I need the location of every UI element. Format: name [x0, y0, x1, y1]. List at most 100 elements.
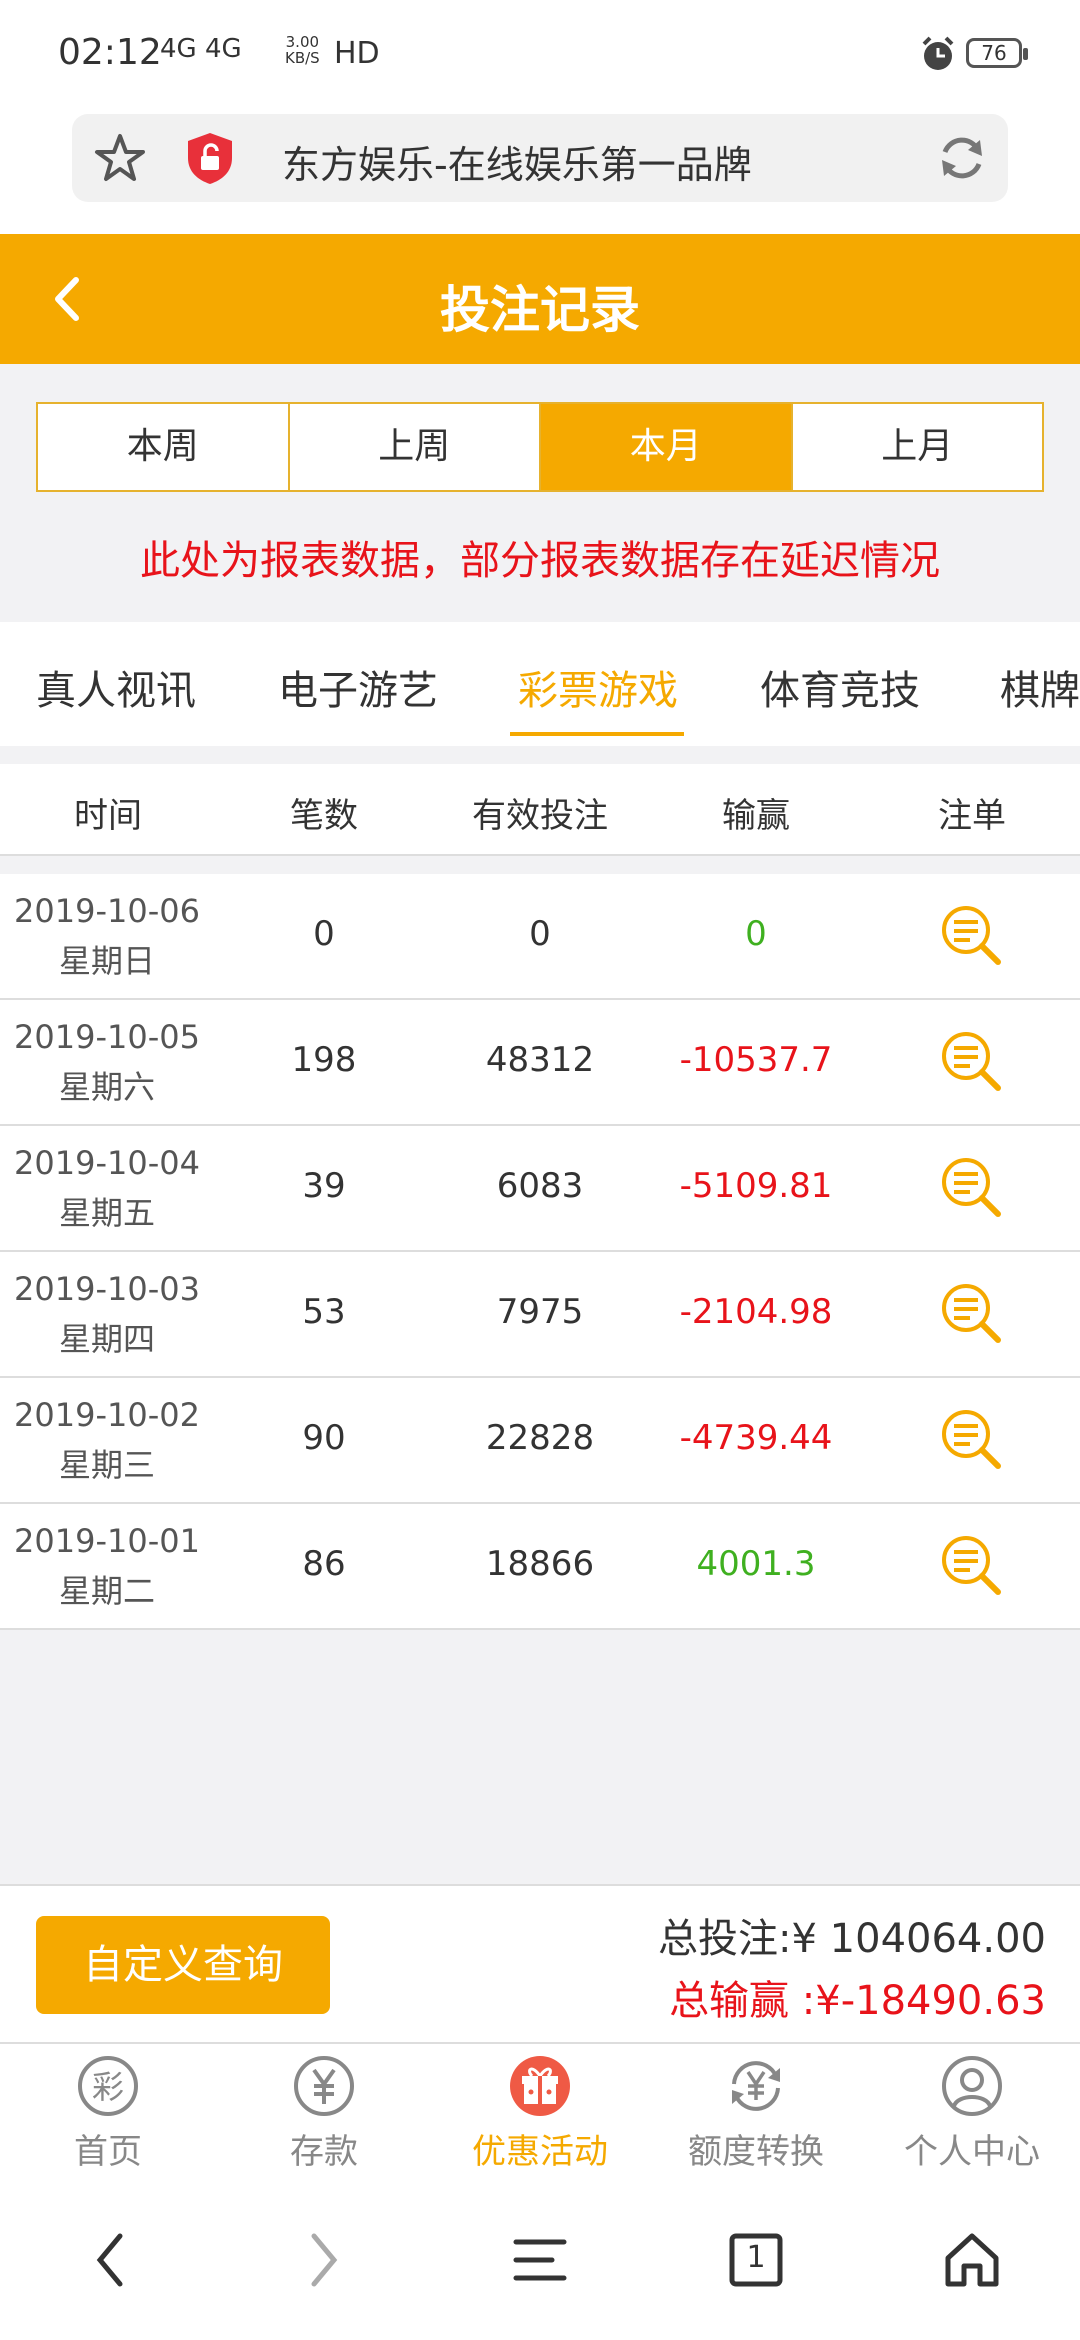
row-date: 2019-10-03 — [14, 1270, 200, 1308]
row-bet: 0 — [529, 914, 551, 954]
tab-electronic-games[interactable]: 电子游艺 — [278, 658, 438, 716]
row-count: 0 — [313, 914, 335, 954]
view-details-icon[interactable] — [940, 1156, 1002, 1222]
period-last-month[interactable]: 上月 — [793, 404, 1043, 490]
row-date: 2019-10-04 — [14, 1144, 200, 1182]
reload-icon[interactable] — [936, 132, 988, 188]
table-row: 2019-10-04 星期五 39 6083 -5109.81 — [0, 1126, 1080, 1252]
alarm-icon — [918, 34, 958, 78]
row-win: -5109.81 — [679, 1166, 833, 1206]
security-shield-icon[interactable] — [182, 130, 238, 190]
col-bet-slip: 注单 — [938, 796, 1006, 836]
row-count: 86 — [302, 1544, 346, 1584]
status-bar: 02:12 4G 4G 3.00 KB/S HD 76 — [0, 0, 1080, 110]
custom-query-button[interactable]: 自定义查询 — [36, 1916, 330, 2014]
row-count: 53 — [302, 1292, 346, 1332]
page-url-title[interactable]: 东方娱乐-在线娱乐第一品牌 — [282, 134, 752, 189]
col-valid-bet: 有效投注 — [472, 796, 608, 836]
table-row: 2019-10-05 星期六 198 48312 -10537.7 — [0, 1000, 1080, 1126]
gift-icon — [508, 2056, 572, 2122]
table-header: 时间 笔数 有效投注 输赢 注单 — [0, 764, 1080, 856]
tab-transfer[interactable]: 额度转换 — [648, 2044, 864, 2182]
category-tabs: 真人视讯 电子游艺 彩票游戏 体育竞技 棋牌 — [0, 622, 1080, 746]
page-title: 投注记录 — [440, 281, 640, 339]
tab-sports[interactable]: 体育竞技 — [760, 658, 920, 716]
table-row: 2019-10-03 星期四 53 7975 -2104.98 — [0, 1252, 1080, 1378]
table-body: 2019-10-06 星期日 0 0 0 2019-10-05 星期六 198 48… — [0, 874, 1080, 1630]
tab-profile[interactable]: 个人中心 — [864, 2044, 1080, 2182]
tab-chess-cards[interactable]: 棋牌 — [1000, 658, 1080, 716]
menu-icon[interactable] — [512, 2230, 568, 2294]
row-bet: 48312 — [485, 1040, 595, 1080]
exchange-icon — [724, 2061, 788, 2122]
tab-live-casino[interactable]: 真人视讯 — [36, 658, 196, 716]
row-win: -2104.98 — [679, 1292, 833, 1332]
total-bet: 总投注:¥ 104064.00 — [658, 1916, 1046, 1962]
tab-home[interactable]: 彩 首页 — [0, 2044, 216, 2182]
period-last-week[interactable]: 上周 — [290, 404, 541, 490]
battery-indicator: 76 — [966, 38, 1028, 68]
row-win: 0 — [745, 914, 767, 954]
yen-icon — [292, 2056, 356, 2122]
col-count: 笔数 — [290, 796, 358, 836]
col-time: 时间 — [74, 796, 142, 836]
tab-label: 优惠活动 — [472, 2132, 608, 2172]
row-bet: 22828 — [485, 1418, 595, 1458]
tab-label: 首页 — [74, 2132, 142, 2172]
user-icon — [940, 2056, 1004, 2122]
row-date: 2019-10-01 — [14, 1522, 200, 1560]
row-date: 2019-10-05 — [14, 1018, 200, 1056]
nav-back-icon[interactable] — [92, 2230, 128, 2294]
row-win: -4739.44 — [679, 1418, 833, 1458]
period-selector: 本周 上周 本月 上月 — [36, 402, 1044, 492]
bottom-tab-bar: 彩 首页 存款 优惠活动 额度转换 个人中心 — [0, 2042, 1080, 2182]
view-details-icon[interactable] — [940, 904, 1002, 970]
row-bet: 6083 — [496, 1166, 584, 1206]
row-bet: 18866 — [485, 1544, 595, 1584]
row-count: 198 — [291, 1040, 357, 1080]
row-count: 39 — [302, 1166, 346, 1206]
row-date: 2019-10-06 — [14, 892, 200, 930]
row-weekday: 星期四 — [58, 1320, 155, 1358]
table-row: 2019-10-06 星期日 0 0 0 — [0, 874, 1080, 1000]
table-row: 2019-10-01 星期二 86 18866 4001.3 — [0, 1504, 1080, 1630]
period-this-month[interactable]: 本月 — [541, 404, 793, 490]
status-time: 02:12 — [58, 32, 162, 73]
view-details-icon[interactable] — [940, 1282, 1002, 1348]
row-win: 4001.3 — [696, 1544, 816, 1584]
active-tab-indicator — [510, 732, 684, 736]
bookmark-star-icon[interactable] — [94, 132, 146, 188]
page-header: 投注记录 — [0, 234, 1080, 364]
row-weekday: 星期三 — [58, 1446, 155, 1484]
row-weekday: 星期二 — [58, 1572, 155, 1610]
col-win-loss: 输赢 — [722, 796, 790, 836]
row-win: -10537.7 — [679, 1040, 833, 1080]
table-row: 2019-10-02 星期三 90 22828 -4739.44 — [0, 1378, 1080, 1504]
network-speed: 3.00 KB/S — [285, 33, 320, 67]
lottery-icon: 彩 — [76, 2056, 140, 2122]
summary-bar: 自定义查询 总投注:¥ 104064.00 总输赢 :¥-18490.63 — [0, 1884, 1080, 2042]
tab-label: 额度转换 — [688, 2132, 824, 2172]
home-icon[interactable] — [942, 2230, 1002, 2294]
row-weekday: 星期五 — [58, 1194, 155, 1232]
svg-text:彩: 彩 — [92, 2068, 124, 2106]
address-bar[interactable]: 东方娱乐-在线娱乐第一品牌 — [72, 114, 1008, 202]
row-weekday: 星期日 — [58, 942, 155, 980]
row-count: 90 — [302, 1418, 346, 1458]
nav-forward-icon[interactable] — [306, 2230, 342, 2294]
tab-count: 1 — [746, 2240, 766, 2275]
view-details-icon[interactable] — [940, 1030, 1002, 1096]
network-indicator: 4G 4G — [160, 34, 242, 64]
tab-label: 个人中心 — [904, 2132, 1040, 2172]
tab-label: 存款 — [290, 2132, 358, 2172]
tab-deposit[interactable]: 存款 — [216, 2044, 432, 2182]
hd-indicator: HD — [334, 36, 380, 71]
tab-lottery[interactable]: 彩票游戏 — [518, 658, 678, 716]
tab-promotions[interactable]: 优惠活动 — [432, 2044, 648, 2182]
report-delay-notice: 此处为报表数据，部分报表数据存在延迟情况 — [140, 538, 940, 584]
view-details-icon[interactable] — [940, 1408, 1002, 1474]
period-this-week[interactable]: 本周 — [38, 404, 290, 490]
total-win-loss: 总输赢 :¥-18490.63 — [669, 1978, 1046, 2024]
row-date: 2019-10-02 — [14, 1396, 200, 1434]
view-details-icon[interactable] — [940, 1534, 1002, 1600]
